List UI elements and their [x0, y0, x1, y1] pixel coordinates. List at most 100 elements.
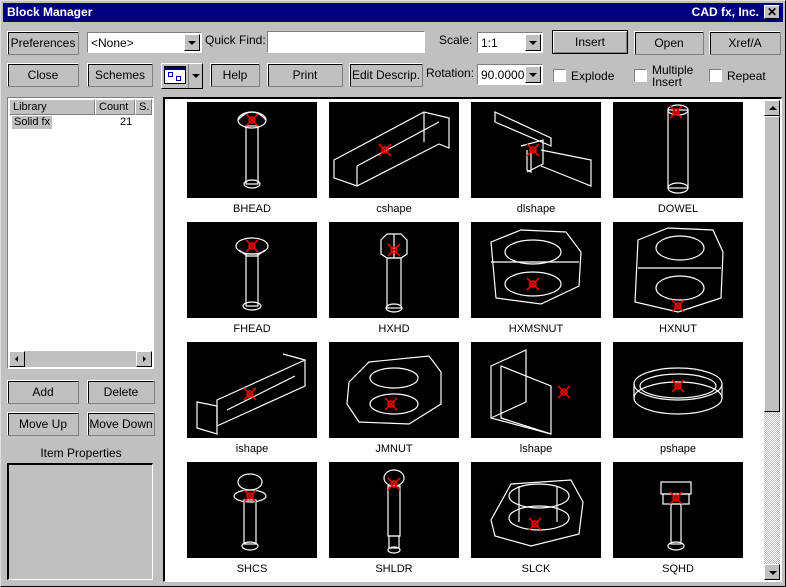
block-tile[interactable]: SLCK: [471, 462, 601, 581]
block-thumbnail[interactable]: [187, 222, 317, 318]
insert-button[interactable]: Insert: [552, 30, 628, 54]
block-tile[interactable]: SHCS: [187, 462, 317, 581]
multiple-insert-label-line2: Insert: [652, 75, 683, 89]
block-name: dlshape: [516, 203, 556, 215]
preferences-button[interactable]: Preferences: [7, 31, 79, 55]
insertion-point-icon: [245, 239, 259, 253]
block-thumbnail[interactable]: [471, 222, 601, 318]
explode-checkbox[interactable]: [553, 69, 566, 82]
close-button[interactable]: Close: [7, 63, 79, 87]
open-button[interactable]: Open: [634, 31, 704, 55]
block-name: BHEAD: [233, 203, 271, 215]
block-tile[interactable]: HXNUT: [613, 222, 743, 342]
delete-library-button[interactable]: Delete: [87, 380, 155, 404]
block-manager-window: Block Manager CAD fx, Inc. ✕ Preferences…: [0, 0, 786, 587]
xref-attach-button[interactable]: Xref/A: [709, 31, 781, 55]
block-thumbnail[interactable]: [329, 462, 459, 558]
block-thumbnail[interactable]: [471, 462, 601, 558]
block-tile[interactable]: ishape: [187, 342, 317, 462]
block-tile[interactable]: JMNUT: [329, 342, 459, 462]
block-tile[interactable]: FHEAD: [187, 222, 317, 342]
block-name: SQHD: [662, 563, 694, 575]
move-down-button[interactable]: Move Down: [87, 412, 155, 436]
insertion-point-icon: [528, 517, 542, 531]
multiple-insert-checkbox[interactable]: [634, 69, 647, 82]
rotation-label: Rotation:: [426, 66, 475, 80]
scale-combo-value: 1:1: [481, 36, 498, 50]
chevron-down-icon[interactable]: [188, 64, 202, 88]
block-name: SLCK: [521, 563, 551, 575]
block-name: SHLDR: [375, 563, 413, 575]
block-name: DOWEL: [657, 203, 699, 215]
block-tile[interactable]: lshape: [471, 342, 601, 462]
block-gallery[interactable]: BHEAD cshape dlshape DOWEL FHEAD HXHD HXMSNUT H…: [163, 97, 782, 582]
scroll-right-icon[interactable]: [136, 351, 152, 367]
insertion-point-icon: [671, 299, 685, 313]
block-thumbnail[interactable]: [471, 102, 601, 198]
scroll-left-icon[interactable]: [9, 351, 25, 367]
chevron-down-icon[interactable]: [525, 34, 541, 51]
library-name: Solid fx: [12, 116, 53, 129]
block-name: FHEAD: [233, 323, 271, 335]
block-tile[interactable]: DOWEL: [613, 102, 743, 222]
scheme-combo[interactable]: <None>: [87, 32, 202, 53]
chevron-down-icon[interactable]: [184, 34, 200, 51]
library-row[interactable]: Solid fx 21: [10, 116, 153, 130]
library-count: 21: [120, 116, 133, 128]
block-thumbnail[interactable]: [613, 102, 743, 198]
column-header-library[interactable]: Library: [9, 99, 95, 115]
title-bar[interactable]: Block Manager CAD fx, Inc. ✕: [3, 3, 783, 22]
block-name: SHCS: [236, 563, 268, 575]
block-tile[interactable]: cshape: [329, 102, 459, 222]
block-name: cshape: [376, 203, 412, 215]
repeat-checkbox[interactable]: [709, 69, 722, 82]
block-tile[interactable]: HXMSNUT: [471, 222, 601, 342]
block-tile[interactable]: BHEAD: [187, 102, 317, 222]
schemes-button[interactable]: Schemes: [87, 63, 153, 87]
scale-combo[interactable]: 1:1: [477, 32, 543, 53]
block-thumbnail[interactable]: [471, 342, 601, 438]
multiple-insert-label: Multiple Insert: [652, 64, 693, 88]
block-thumbnail[interactable]: [187, 462, 317, 558]
block-name: pshape: [659, 443, 697, 455]
view-mode-dropdown[interactable]: [161, 63, 203, 89]
library-list-header: Library Count S.: [9, 99, 152, 115]
scrollbar-thumb[interactable]: [764, 116, 780, 412]
rotation-combo[interactable]: 90.00000: [477, 64, 543, 85]
help-button[interactable]: Help: [210, 63, 260, 87]
close-window-button[interactable]: ✕: [764, 5, 780, 19]
quick-find-input[interactable]: [267, 31, 425, 53]
block-thumbnail[interactable]: [613, 342, 743, 438]
chevron-down-icon[interactable]: [525, 66, 541, 83]
insertion-point-icon: [387, 477, 401, 491]
column-header-count[interactable]: Count: [95, 99, 135, 115]
block-tile[interactable]: dlshape: [471, 102, 601, 222]
gallery-vscrollbar[interactable]: [764, 100, 780, 580]
block-name: HXHD: [378, 323, 410, 335]
block-tile[interactable]: SQHD: [613, 462, 743, 581]
insertion-point-icon: [378, 143, 392, 157]
library-list-hscrollbar[interactable]: [9, 351, 152, 367]
edit-description-button[interactable]: Edit Descrip.: [349, 63, 423, 87]
add-library-button[interactable]: Add: [7, 380, 79, 404]
block-name: HXMSNUT: [508, 323, 564, 335]
block-tile[interactable]: SHLDR: [329, 462, 459, 581]
block-tile[interactable]: HXHD: [329, 222, 459, 342]
block-thumbnail[interactable]: [329, 102, 459, 198]
window-title: Block Manager: [7, 5, 93, 19]
block-tile[interactable]: pshape: [613, 342, 743, 462]
move-up-button[interactable]: Move Up: [7, 412, 79, 436]
block-thumbnail[interactable]: [613, 462, 743, 558]
library-list[interactable]: Library Count S. Solid fx 21: [7, 97, 154, 369]
scroll-down-icon[interactable]: [764, 564, 780, 580]
block-thumbnail[interactable]: [613, 222, 743, 318]
quick-find-label: Quick Find:: [205, 33, 266, 47]
column-header-s[interactable]: S.: [135, 99, 152, 115]
block-thumbnail[interactable]: [329, 342, 459, 438]
block-name: ishape: [235, 443, 269, 455]
block-thumbnail[interactable]: [329, 222, 459, 318]
block-thumbnail[interactable]: [187, 102, 317, 198]
scroll-up-icon[interactable]: [764, 100, 780, 116]
block-thumbnail[interactable]: [187, 342, 317, 438]
print-button[interactable]: Print: [267, 63, 343, 87]
